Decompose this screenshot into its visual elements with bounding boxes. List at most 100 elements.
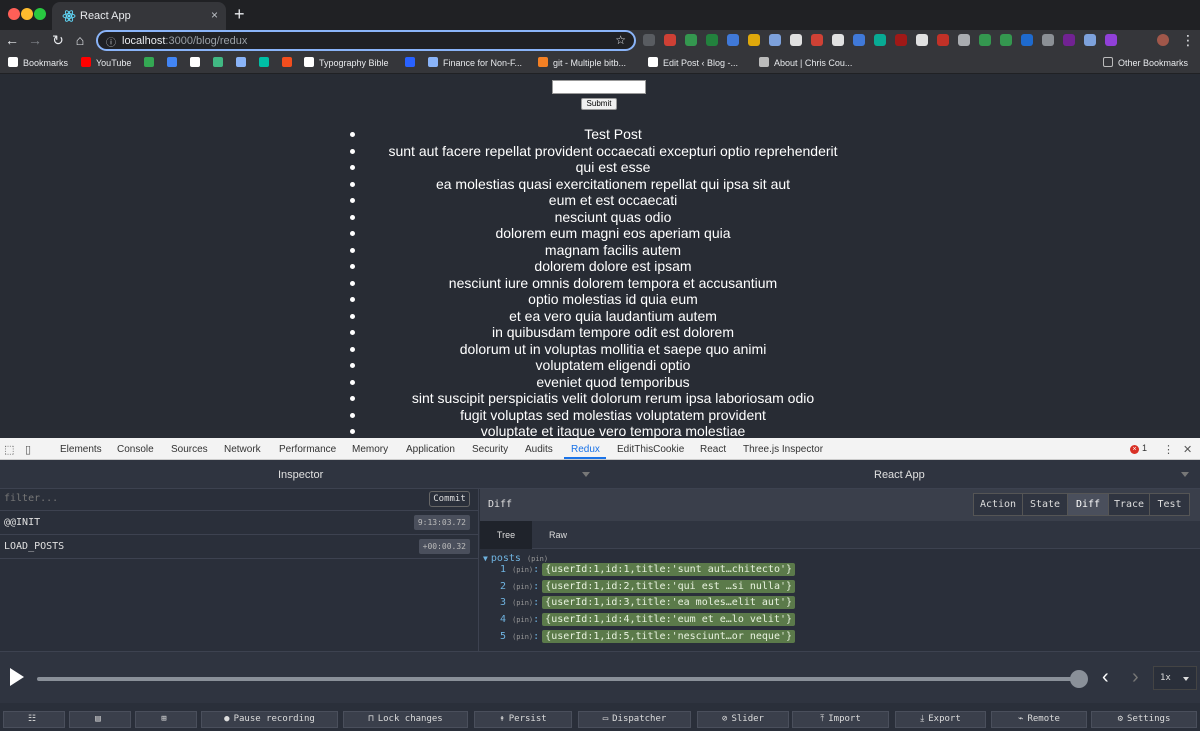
remote-button[interactable]: ⌁ Remote <box>991 711 1087 728</box>
devtools-tab-three-js-inspector[interactable]: Three.js Inspector <box>743 444 823 455</box>
forward-icon[interactable]: → <box>27 32 43 48</box>
pause-recording-button[interactable]: ● Pause recording <box>201 711 338 728</box>
slider-button[interactable]: ⊘ Slider <box>697 711 789 728</box>
extension-icon[interactable] <box>895 34 907 46</box>
extension-icon[interactable] <box>811 34 823 46</box>
export-button[interactable]: ⤓ Export <box>895 711 986 728</box>
pin-label[interactable]: (pin) <box>512 599 533 607</box>
segment-action[interactable]: Action <box>973 493 1023 516</box>
extension-icon[interactable] <box>1063 34 1075 46</box>
bookmark-item[interactable]: Typography Bible <box>304 57 389 68</box>
pin-label[interactable]: (pin) <box>527 555 548 563</box>
extension-icon[interactable] <box>958 34 970 46</box>
extension-icon[interactable] <box>937 34 949 46</box>
slider-track[interactable] <box>37 677 1081 681</box>
bookmark-item[interactable] <box>259 57 274 68</box>
error-counter[interactable]: × 1 <box>1130 443 1147 454</box>
bookmark-item[interactable] <box>167 57 182 68</box>
tree-row[interactable]: 5 (pin): {userId:1,id:5,title:'nesciunt…o… <box>500 629 796 643</box>
play-icon[interactable] <box>10 668 24 686</box>
lock-changes-button[interactable]: ⊓ Lock changes <box>343 711 468 728</box>
segment-diff[interactable]: Diff <box>1067 493 1109 516</box>
slider-thumb[interactable] <box>1070 670 1088 688</box>
maximize-window-button[interactable] <box>34 8 46 20</box>
pin-label[interactable]: (pin) <box>512 566 533 574</box>
bookmark-item[interactable]: About | Chris Cou... <box>759 57 852 68</box>
extension-icon[interactable] <box>685 34 697 46</box>
bookmark-item[interactable] <box>405 57 420 68</box>
extension-icon[interactable] <box>706 34 718 46</box>
extension-icon[interactable] <box>769 34 781 46</box>
tree-row[interactable]: 2 (pin): {userId:1,id:2,title:'qui est …s… <box>500 579 796 593</box>
browser-menu-icon[interactable]: ⋮ <box>1180 32 1196 49</box>
new-tab-button[interactable]: + <box>234 4 245 25</box>
devtools-menu-icon[interactable]: ⋮ <box>1163 443 1174 456</box>
monitor-dropdown-icon[interactable] <box>582 472 590 477</box>
extension-icon[interactable] <box>853 34 865 46</box>
submit-button[interactable]: Submit <box>581 98 617 110</box>
bookmark-star-icon[interactable]: ☆ <box>615 33 626 47</box>
bookmark-item[interactable]: Finance for Non-F... <box>428 57 522 68</box>
bookmark-item[interactable] <box>213 57 228 68</box>
extension-icon[interactable] <box>748 34 760 46</box>
segment-state[interactable]: State <box>1022 493 1068 516</box>
extension-icon[interactable] <box>1105 34 1117 46</box>
import-button[interactable]: ⤒ Import <box>792 711 889 728</box>
extension-icon[interactable] <box>643 34 655 46</box>
extension-icon[interactable] <box>727 34 739 46</box>
device-toolbar-icon[interactable]: ▯ <box>25 443 31 456</box>
extension-icon[interactable] <box>790 34 802 46</box>
extension-icon[interactable] <box>874 34 886 46</box>
devtools-tab-redux[interactable]: Redux <box>571 444 600 455</box>
address-bar[interactable]: ⓘ localhost:3000/blog/redux ☆ <box>96 30 636 51</box>
speed-select[interactable]: 1x <box>1153 666 1197 690</box>
bookmark-item[interactable] <box>190 57 205 68</box>
post-title-input[interactable] <box>552 80 646 94</box>
back-icon[interactable]: ← <box>4 32 20 48</box>
extension-icon[interactable] <box>1042 34 1054 46</box>
devtools-tab-performance[interactable]: Performance <box>279 444 336 455</box>
profile-avatar[interactable] <box>1157 34 1169 46</box>
devtools-tab-elements[interactable]: Elements <box>60 444 102 455</box>
tree-row[interactable]: 1 (pin): {userId:1,id:1,title:'sunt aut…c… <box>500 563 796 576</box>
log-monitor-button[interactable]: ☷ <box>3 711 65 728</box>
extension-icon[interactable] <box>1000 34 1012 46</box>
browser-tab[interactable]: React App × <box>52 2 226 30</box>
commit-button[interactable]: Commit <box>429 491 470 507</box>
dispatcher-button[interactable]: ▭ Dispatcher <box>578 711 691 728</box>
devtools-tab-network[interactable]: Network <box>224 444 261 455</box>
close-window-button[interactable] <box>8 8 20 20</box>
extension-icon[interactable] <box>664 34 676 46</box>
extension-icon[interactable] <box>832 34 844 46</box>
extension-icon[interactable] <box>1084 34 1096 46</box>
instance-title[interactable]: React App <box>874 469 925 481</box>
bookmark-item[interactable]: Edit Post ‹ Blog -... <box>648 57 738 68</box>
expand-arrow-icon[interactable]: ▼ <box>483 554 488 563</box>
minimize-window-button[interactable] <box>21 8 33 20</box>
devtools-tab-react[interactable]: React <box>700 444 726 455</box>
devtools-tab-console[interactable]: Console <box>117 444 154 455</box>
devtools-tab-audits[interactable]: Audits <box>525 444 553 455</box>
close-tab-icon[interactable]: × <box>211 8 218 22</box>
inspector-button[interactable]: ▤ <box>69 711 131 728</box>
inspect-element-icon[interactable]: ⬚ <box>4 443 14 456</box>
step-forward-icon[interactable]: › <box>1132 666 1139 689</box>
action-row[interactable]: LOAD_POSTS +00:00.32 <box>0 535 479 559</box>
tree-row[interactable]: 4 (pin): {userId:1,id:4,title:'eum et e…l… <box>500 613 796 627</box>
site-info-icon[interactable]: ⓘ <box>106 34 116 49</box>
reload-icon[interactable]: ↻ <box>50 32 66 49</box>
bookmark-item[interactable]: Bookmarks <box>8 57 68 68</box>
bookmark-item[interactable] <box>236 57 251 68</box>
segment-trace[interactable]: Trace <box>1108 493 1150 516</box>
monitor-title[interactable]: Inspector <box>278 469 323 481</box>
home-icon[interactable]: ⌂ <box>72 32 88 48</box>
instance-dropdown-icon[interactable] <box>1181 472 1189 477</box>
pin-label[interactable]: (pin) <box>512 583 533 591</box>
pin-label[interactable]: (pin) <box>512 633 533 641</box>
devtools-tab-sources[interactable]: Sources <box>171 444 208 455</box>
action-row[interactable]: @@INIT 9:13:03.72 <box>0 511 479 535</box>
bookmark-item[interactable]: git - Multiple bitb... <box>538 57 626 68</box>
tree-row[interactable]: 3 (pin): {userId:1,id:3,title:'ea moles…e… <box>500 596 796 610</box>
pin-label[interactable]: (pin) <box>512 616 533 624</box>
subtab-tree[interactable]: Tree <box>480 521 532 549</box>
